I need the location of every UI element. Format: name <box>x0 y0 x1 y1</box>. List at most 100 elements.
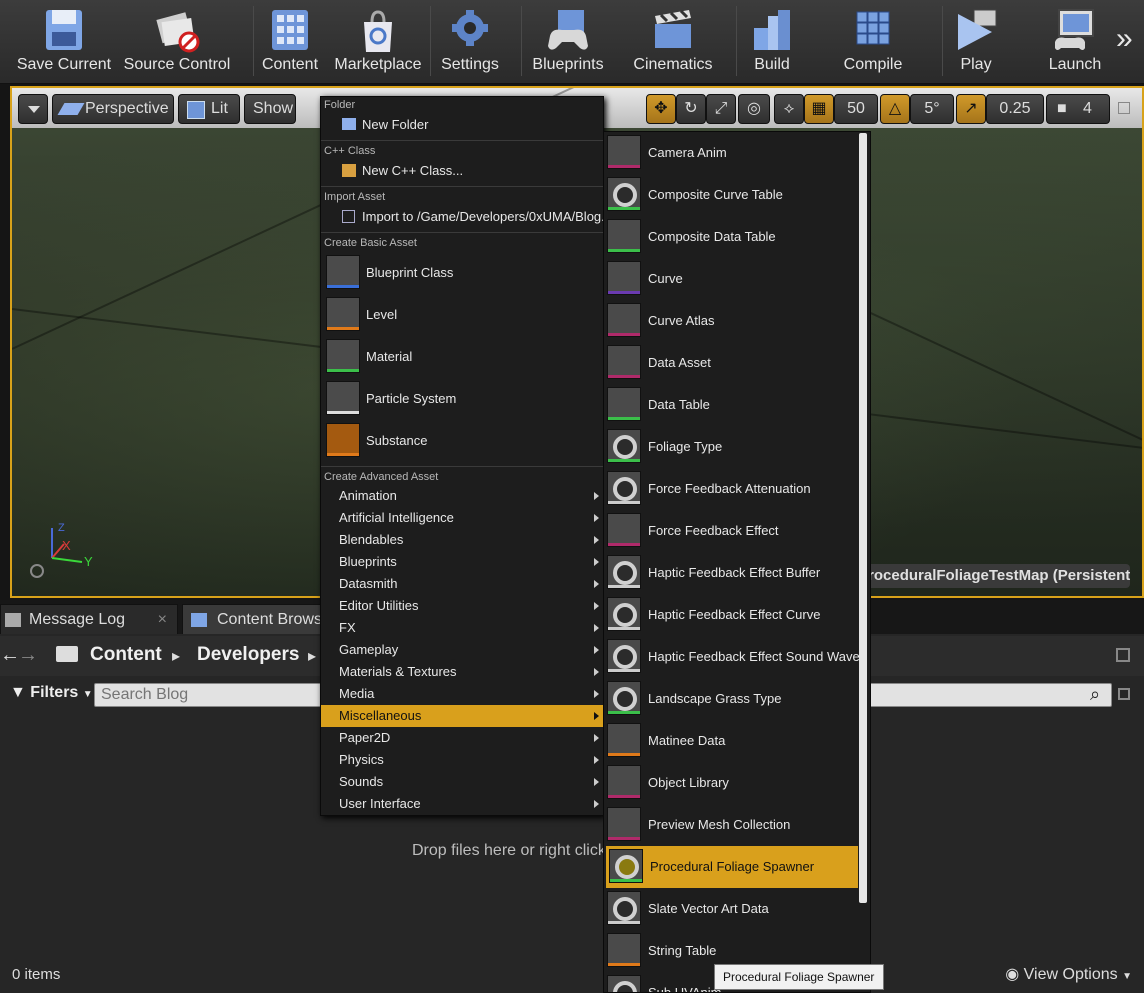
advanced-item-media[interactable]: Media <box>321 683 603 705</box>
launch-button[interactable]: Launch <box>1044 4 1106 80</box>
advanced-item-label: Materials & Textures <box>339 664 457 679</box>
blueprints-button[interactable]: Blueprints <box>528 4 608 80</box>
submenu-item-foliage-type[interactable]: Foliage Type <box>604 426 860 468</box>
marketplace-button[interactable]: Marketplace <box>332 4 424 80</box>
grid-snap-value[interactable]: 50 <box>834 94 878 124</box>
breadcrumb-developers[interactable]: Developers <box>197 644 299 666</box>
blueprint-class-item[interactable]: Blueprint Class <box>321 253 603 293</box>
new-folder-item[interactable]: New Folder <box>321 117 603 137</box>
particle-system-item[interactable]: Particle System <box>321 379 603 419</box>
filters-button[interactable]: ▼ Filters ▼ <box>10 684 93 702</box>
search-icon[interactable]: ⌕ <box>1090 684 1100 705</box>
submenu-item-label: Foliage Type <box>648 439 723 454</box>
submenu-item-force-feedback-effect[interactable]: Force Feedback Effect <box>604 510 860 552</box>
move-arrows-icon: ✥ <box>654 100 668 117</box>
submenu-item-haptic-feedback-effect-curve[interactable]: Haptic Feedback Effect Curve <box>604 594 860 636</box>
advanced-item-artificial-intelligence[interactable]: Artificial Intelligence <box>321 507 603 529</box>
asset-type-bar <box>608 753 640 756</box>
advanced-item-paper2d[interactable]: Paper2D <box>321 727 603 749</box>
content-button[interactable]: Content <box>258 4 322 80</box>
advanced-item-sounds[interactable]: Sounds <box>321 771 603 793</box>
submenu-item-composite-curve-table[interactable]: Composite Curve Table <box>604 174 860 216</box>
advanced-item-datasmith[interactable]: Datasmith <box>321 573 603 595</box>
submenu-item-haptic-feedback-effect-sound-wave[interactable]: Haptic Feedback Effect Sound Wave <box>604 636 860 678</box>
submenu-item-procedural-foliage-spawner[interactable]: Procedural Foliage Spawner <box>606 846 858 888</box>
substance-item[interactable]: Substance <box>321 421 603 461</box>
lit-button[interactable]: Lit <box>178 94 240 124</box>
advanced-item-gameplay[interactable]: Gameplay <box>321 639 603 661</box>
world-local-button[interactable]: ◎ <box>738 94 770 124</box>
rotation-snap-toggle[interactable]: △ <box>880 94 910 124</box>
tab-message-log[interactable]: Message Log × <box>0 604 178 634</box>
section-basic: Create Basic Asset <box>324 237 417 249</box>
cinematics-button[interactable]: Cinematics <box>628 4 718 80</box>
maximize-viewport-icon[interactable] <box>1118 102 1130 114</box>
advanced-item-blueprints[interactable]: Blueprints <box>321 551 603 573</box>
menu-divider <box>321 466 603 467</box>
surface-snap-button[interactable]: ⟡ <box>774 94 804 124</box>
submenu-item-slate-vector-art-data[interactable]: Slate Vector Art Data <box>604 888 860 930</box>
compile-button[interactable]: Compile <box>838 4 908 80</box>
breadcrumb-chevron-icon[interactable]: ▸ <box>308 646 316 666</box>
back-arrow-icon[interactable]: ← <box>0 644 20 667</box>
lock-icon[interactable] <box>1116 648 1130 662</box>
submenu-item-landscape-grass-type[interactable]: Landscape Grass Type <box>604 678 860 720</box>
submenu-item-object-library[interactable]: Object Library <box>604 762 860 804</box>
source-control-button[interactable]: Source Control <box>122 4 232 80</box>
breadcrumb-chevron-icon[interactable]: ▸ <box>172 646 180 666</box>
advanced-item-materials-textures[interactable]: Materials & Textures <box>321 661 603 683</box>
advanced-item-editor-utilities[interactable]: Editor Utilities <box>321 595 603 617</box>
scale-mode-button[interactable]: ⤢ <box>706 94 736 124</box>
viewport-options-button[interactable] <box>18 94 48 124</box>
camera-speed-button[interactable]: ■ 4 <box>1046 94 1110 124</box>
advanced-item-user-interface[interactable]: User Interface <box>321 793 603 815</box>
tab-content-browser[interactable]: Content Browser <box>182 604 322 634</box>
submenu-scrollbar[interactable] <box>859 133 867 903</box>
submenu-item-curve[interactable]: Curve <box>604 258 860 300</box>
close-tab-icon[interactable]: × <box>158 605 167 634</box>
rotate-mode-button[interactable]: ↻ <box>676 94 706 124</box>
submenu-item-matinee-data[interactable]: Matinee Data <box>604 720 860 762</box>
submenu-item-data-table[interactable]: Data Table <box>604 384 860 426</box>
camera-icon: ■ <box>1057 100 1067 117</box>
import-asset-item[interactable]: Import to /Game/Developers/0xUMA/Blog... <box>321 209 612 229</box>
toolbar-overflow-icon[interactable]: » <box>1116 22 1133 56</box>
forward-arrow-icon[interactable]: → <box>18 644 38 667</box>
new-cpp-class-item[interactable]: New C++ Class... <box>321 163 603 183</box>
build-button[interactable]: Build <box>744 4 800 80</box>
chevron-right-icon <box>594 756 599 764</box>
section-import: Import Asset <box>324 191 386 203</box>
advanced-item-physics[interactable]: Physics <box>321 749 603 771</box>
submenu-item-composite-data-table[interactable]: Composite Data Table <box>604 216 860 258</box>
breadcrumb-content[interactable]: Content <box>90 644 162 666</box>
submenu-item-force-feedback-attenuation[interactable]: Force Feedback Attenuation <box>604 468 860 510</box>
advanced-item-blendables[interactable]: Blendables <box>321 529 603 551</box>
save-search-icon[interactable] <box>1118 688 1130 700</box>
settings-button[interactable]: Settings <box>436 4 504 80</box>
map-name-text: ProceduralFoliageTestMap (Persistent) <box>862 567 1130 584</box>
translate-mode-button[interactable]: ✥ <box>646 94 676 124</box>
play-button[interactable]: Play <box>948 4 1004 80</box>
save-current-button[interactable]: Save Current <box>14 4 114 80</box>
rotation-snap-value[interactable]: 5° <box>910 94 954 124</box>
show-button[interactable]: Show <box>244 94 296 124</box>
settings-gear-icon <box>452 10 488 46</box>
material-item[interactable]: Material <box>321 337 603 377</box>
advanced-item-fx[interactable]: FX <box>321 617 603 639</box>
submenu-item-haptic-feedback-effect-buffer[interactable]: Haptic Feedback Effect Buffer <box>604 552 860 594</box>
submenu-item-camera-anim[interactable]: Camera Anim <box>604 132 860 174</box>
scale-snap-toggle[interactable]: ↗ <box>956 94 986 124</box>
advanced-item-miscellaneous[interactable]: Miscellaneous <box>321 705 603 727</box>
view-options-button[interactable]: ◉ View Options ▼ <box>1005 964 1132 984</box>
surface-snap-icon: ⟡ <box>783 100 795 117</box>
level-item[interactable]: Level <box>321 295 603 335</box>
advanced-item-animation[interactable]: Animation <box>321 485 603 507</box>
ring-icon <box>613 435 637 459</box>
scale-snap-value[interactable]: 0.25 <box>986 94 1044 124</box>
grid-snap-toggle[interactable]: ▦ <box>804 94 834 124</box>
submenu-item-data-asset[interactable]: Data Asset <box>604 342 860 384</box>
submenu-item-curve-atlas[interactable]: Curve Atlas <box>604 300 860 342</box>
particle-system-label: Particle System <box>366 391 457 406</box>
submenu-item-preview-mesh-collection[interactable]: Preview Mesh Collection <box>604 804 860 846</box>
perspective-button[interactable]: Perspective <box>52 94 174 124</box>
